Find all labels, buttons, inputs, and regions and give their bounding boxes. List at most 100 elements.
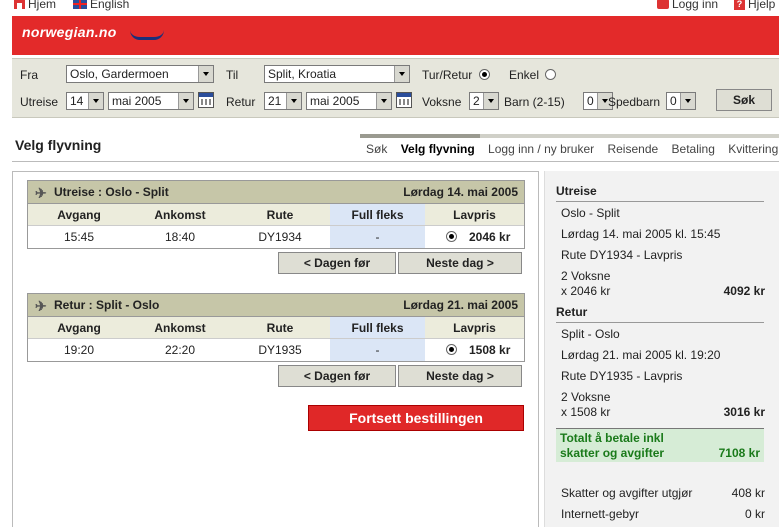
return-next-day-button[interactable]: Neste dag > [398, 365, 522, 387]
col-lavpris: Lavpris [453, 208, 496, 222]
outbound-full-fleks: - [330, 226, 425, 248]
adults-select[interactable]: 2 [469, 92, 499, 110]
help-link[interactable]: ? Hjelp [734, 0, 775, 11]
step-sok[interactable]: Søk [366, 142, 387, 156]
return-lavpris-price: 1508 kr [469, 343, 511, 357]
chevron-down-icon [680, 93, 695, 109]
til-label: Til [226, 68, 239, 82]
enkel-radio[interactable] [545, 69, 556, 80]
summary-utreise-sum: 4092 kr [723, 284, 765, 298]
help-link-label: Hjelp [748, 0, 776, 11]
top-bar: Hjem English Logg inn ? Hjelp [0, 0, 779, 16]
to-select-value: Split, Kroatia [268, 67, 337, 81]
summary-fee-label: Internett-gebyr [561, 507, 640, 521]
chevron-down-icon [198, 66, 213, 82]
chevron-down-icon [483, 93, 498, 109]
summary-fee-line: Internett-gebyr 0 kr [561, 507, 769, 521]
outbound-avgang: 15:45 [63, 230, 95, 244]
col-avgang: Avgang [57, 208, 101, 222]
outbound-flight-table: ✈ Utreise : Oslo - Split Lørdag 14. mai … [27, 180, 525, 249]
retur-label: Retur [226, 95, 256, 109]
turretur-radio[interactable] [479, 69, 490, 80]
return-day-select[interactable]: 21 [264, 92, 302, 110]
return-lavpris-cell[interactable]: 1508 kr [425, 339, 524, 361]
table-row: 19:20 22:20 DY1935 - 1508 kr [28, 339, 524, 361]
chevron-down-icon [88, 93, 103, 109]
outbound-day-value: 14 [70, 94, 84, 108]
outbound-calendar-icon[interactable] [198, 92, 214, 108]
outbound-rute: DY1934 [258, 230, 302, 244]
outbound-prev-day-button[interactable]: < Dagen før [278, 252, 396, 274]
continue-booking-button[interactable]: Fortsett bestillingen [308, 405, 524, 431]
summary-tax-line: Skatter og avgifter utgjør 408 kr [561, 486, 769, 500]
return-prev-day-button[interactable]: < Dagen før [278, 365, 396, 387]
table-row: 15:45 18:40 DY1934 - 2046 kr [28, 226, 524, 248]
summary-retur-pax: 2 Voksne [561, 390, 611, 404]
english-link-label: English [90, 0, 130, 11]
return-avgang: 19:20 [63, 343, 95, 357]
divider [12, 161, 779, 162]
return-ankomst: 22:20 [164, 343, 196, 357]
summary-utreise-line: x 2046 kr 4092 kr [561, 284, 769, 298]
from-select-value: Oslo, Gardermoen [70, 67, 169, 81]
help-icon: ? [734, 0, 745, 10]
return-day-value: 21 [268, 94, 282, 108]
summary-retur-calc: x 1508 kr [561, 405, 611, 419]
enkel-label: Enkel [509, 68, 540, 82]
step-logg-inn: Logg inn / ny bruker [488, 142, 595, 156]
outbound-month-select[interactable]: mai 2005 [108, 92, 194, 110]
voksne-label: Voksne [422, 95, 462, 109]
adults-value: 2 [473, 94, 480, 108]
outbound-day-select[interactable]: 14 [66, 92, 104, 110]
outbound-column-headers: Avgang Ankomst Rute Full fleks Lavpris [28, 204, 524, 226]
summary-utreise-route: Oslo - Split [561, 206, 620, 220]
login-link-label: Logg inn [672, 0, 719, 11]
step-kvittering: Kvittering [728, 142, 779, 156]
english-link[interactable]: English [73, 0, 129, 11]
norwegian-logo[interactable]: norwegian.no [22, 24, 164, 40]
steps-progress-fill [360, 134, 480, 138]
return-route: Retur : Split - Oslo [54, 298, 160, 312]
infants-select[interactable]: 0 [666, 92, 696, 110]
steps-progress [360, 134, 779, 138]
outbound-next-day-button[interactable]: Neste dag > [398, 252, 522, 274]
home-link[interactable]: Hjem [14, 0, 56, 11]
return-full-fleks: - [330, 339, 425, 361]
outbound-date: Lørdag 14. mai 2005 [403, 185, 518, 199]
logo-swoosh-icon [130, 30, 164, 40]
search-button[interactable]: Søk [716, 89, 772, 111]
return-month-select[interactable]: mai 2005 [306, 92, 392, 110]
to-select[interactable]: Split, Kroatia [264, 65, 410, 83]
summary-total-value: 7108 kr [718, 446, 760, 460]
airplane-icon: ✈ [35, 298, 47, 314]
page-title: Velg flyvning [15, 137, 102, 153]
outbound-lavpris-radio[interactable] [446, 231, 457, 242]
summary-total-label-1: Totalt å betale inkl [560, 431, 664, 445]
utreise-label: Utreise [20, 95, 59, 109]
summary-utreise-time: Lørdag 14. mai 2005 kl. 15:45 [561, 227, 721, 241]
chevron-down-icon [178, 93, 193, 109]
return-lavpris-radio[interactable] [446, 344, 457, 355]
logo-text: norwegian.no [22, 24, 117, 40]
return-calendar-icon[interactable] [396, 92, 412, 108]
outbound-lavpris-price: 2046 kr [469, 230, 511, 244]
chevron-down-icon [286, 93, 301, 109]
turretur-label: Tur/Retur [422, 68, 473, 82]
fra-label: Fra [20, 68, 38, 82]
col-ankomst: Ankomst [154, 208, 206, 222]
summary-tax-value: 408 kr [731, 486, 765, 500]
return-month-value: mai 2005 [310, 94, 360, 108]
spedbarn-label: Spedbarn [608, 95, 661, 109]
from-select[interactable]: Oslo, Gardermoen [66, 65, 214, 83]
brand-banner: norwegian.no [12, 16, 779, 55]
outbound-header: ✈ Utreise : Oslo - Split Lørdag 14. mai … [28, 181, 524, 204]
airplane-icon: ✈ [35, 185, 47, 201]
summary-fee-value: 0 kr [744, 507, 765, 521]
chevron-down-icon [376, 93, 391, 109]
home-icon [14, 0, 25, 9]
summary-utreise-calc: x 2046 kr [561, 284, 611, 298]
login-link[interactable]: Logg inn [657, 0, 718, 11]
outbound-lavpris-cell[interactable]: 2046 kr [425, 226, 524, 248]
outbound-ankomst: 18:40 [164, 230, 196, 244]
col-lavpris: Lavpris [453, 321, 496, 335]
